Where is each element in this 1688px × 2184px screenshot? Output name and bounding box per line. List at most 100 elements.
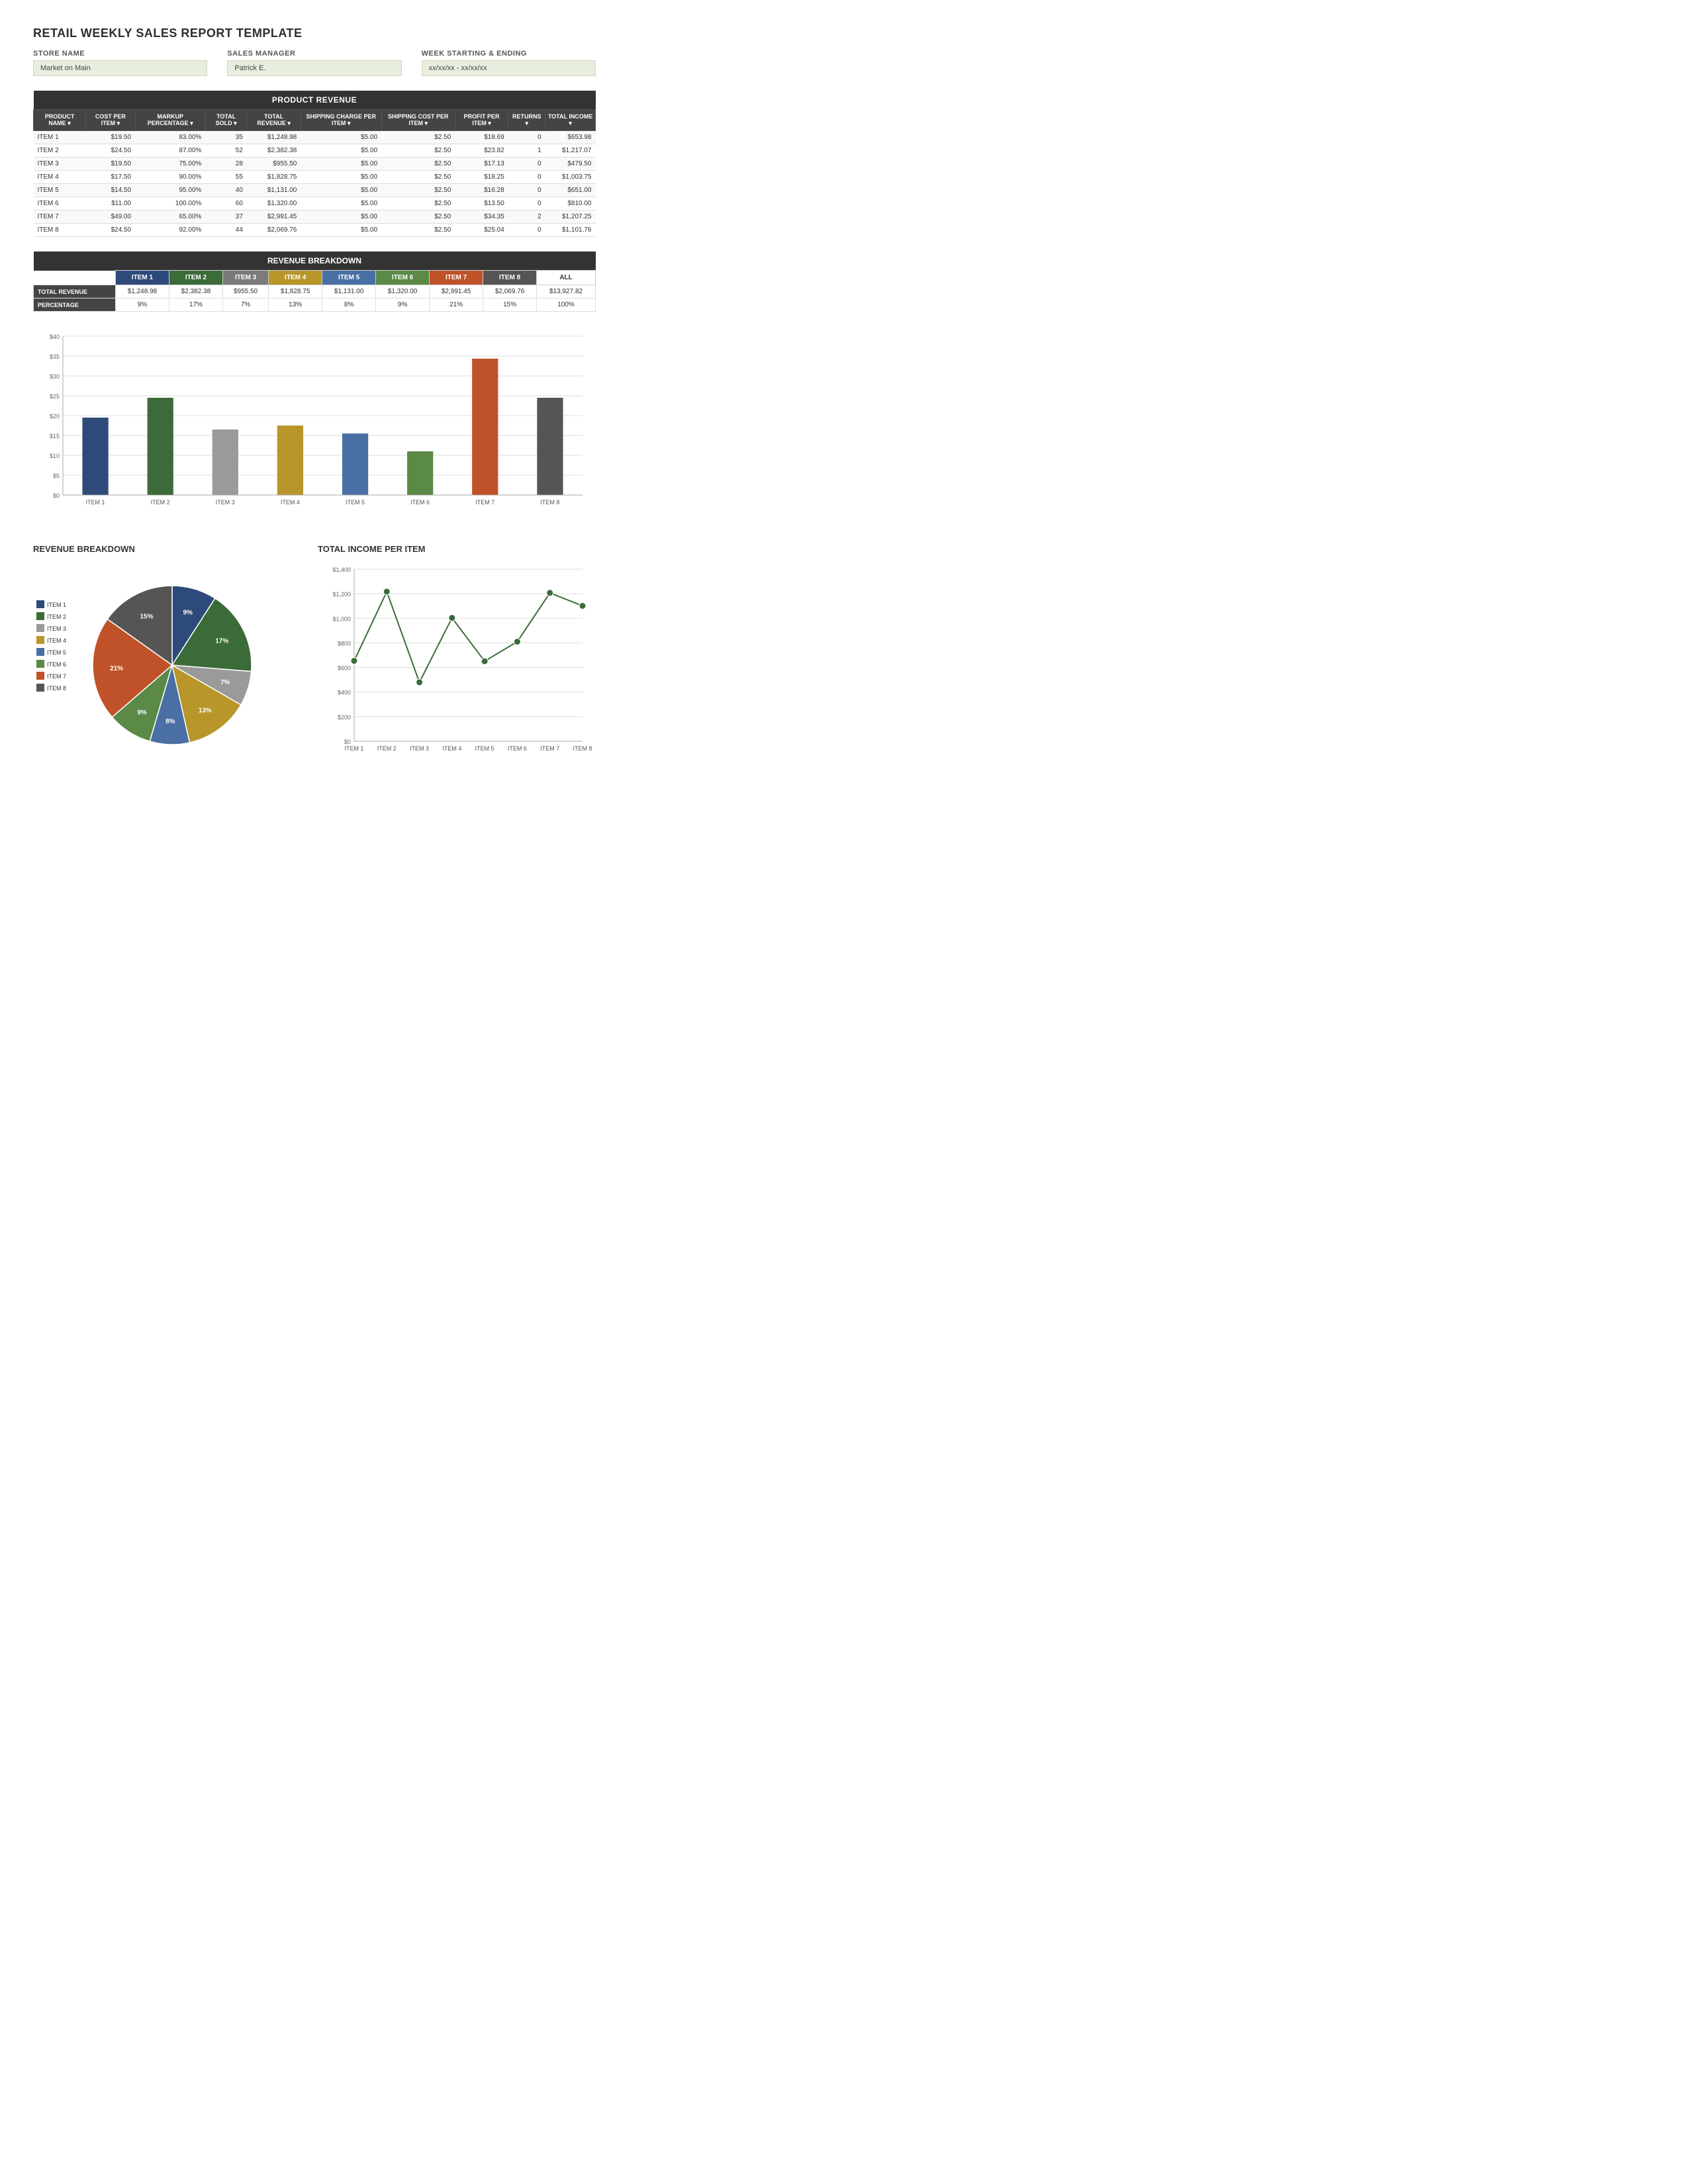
- breakdown-col-header: ITEM 5: [322, 271, 376, 285]
- svg-text:21%: 21%: [110, 665, 123, 672]
- table-cell: $24.50: [86, 224, 135, 237]
- table-cell: $16.28: [455, 184, 508, 197]
- table-cell: $2.50: [381, 131, 455, 144]
- col-header[interactable]: SHIPPING CHARGE PER ITEM ▾: [301, 110, 381, 131]
- table-cell: 28: [205, 158, 247, 171]
- svg-text:$15: $15: [50, 433, 60, 439]
- table-cell: $2.50: [381, 184, 455, 197]
- table-cell: ITEM 1: [34, 131, 86, 144]
- svg-text:ITEM 8: ITEM 8: [573, 745, 592, 752]
- col-header[interactable]: PRODUCT NAME ▾: [34, 110, 86, 131]
- svg-text:ITEM 1: ITEM 1: [47, 602, 66, 608]
- col-header[interactable]: TOTAL REVENUE ▾: [247, 110, 301, 131]
- table-cell: $34.35: [455, 210, 508, 224]
- table-row: ITEM 3$19.5075.00%28$955.50$5.00$2.50$17…: [34, 158, 596, 171]
- breakdown-cell: $1,320.00: [376, 285, 430, 298]
- product-revenue-section: PRODUCT REVENUE PRODUCT NAME ▾COST PER I…: [33, 91, 596, 237]
- svg-text:9%: 9%: [137, 709, 147, 717]
- table-cell: $17.50: [86, 171, 135, 184]
- table-cell: $5.00: [301, 158, 381, 171]
- table-cell: $11.00: [86, 197, 135, 210]
- table-cell: 37: [205, 210, 247, 224]
- svg-text:ITEM 3: ITEM 3: [47, 625, 66, 632]
- breakdown-row-label: PERCENTAGE: [34, 298, 116, 312]
- table-cell: ITEM 4: [34, 171, 86, 184]
- breakdown-cell: $2,382.38: [169, 285, 222, 298]
- svg-text:ITEM 1: ITEM 1: [86, 499, 105, 506]
- main-title: RETAIL WEEKLY SALES REPORT TEMPLATE: [33, 26, 596, 40]
- breakdown-cell: $1,248.98: [115, 285, 169, 298]
- table-cell: 35: [205, 131, 247, 144]
- table-cell: ITEM 8: [34, 224, 86, 237]
- table-cell: $1,101.76: [545, 224, 596, 237]
- svg-text:ITEM 1: ITEM 1: [344, 745, 363, 752]
- table-cell: $17.13: [455, 158, 508, 171]
- svg-text:$5: $5: [53, 473, 60, 479]
- line-chart-title: TOTAL INCOME PER ITEM: [318, 544, 596, 554]
- store-label: STORE NAME: [33, 50, 207, 58]
- table-cell: $2,382.38: [247, 144, 301, 158]
- col-header[interactable]: MARKUP PERCENTAGE ▾: [135, 110, 205, 131]
- svg-text:8%: 8%: [165, 718, 175, 725]
- table-cell: $5.00: [301, 171, 381, 184]
- empty-header: [34, 271, 116, 285]
- col-header[interactable]: PROFIT PER ITEM ▾: [455, 110, 508, 131]
- table-cell: 1: [508, 144, 545, 158]
- table-cell: 0: [508, 184, 545, 197]
- svg-text:ITEM 6: ITEM 6: [410, 499, 430, 506]
- col-header[interactable]: COST PER ITEM ▾: [86, 110, 135, 131]
- table-cell: 44: [205, 224, 247, 237]
- table-cell: ITEM 5: [34, 184, 86, 197]
- table-cell: 55: [205, 171, 247, 184]
- table-cell: $955.50: [247, 158, 301, 171]
- meta-section: STORE NAME Market on Main SALES MANAGER …: [33, 50, 596, 76]
- revenue-breakdown-table: REVENUE BREAKDOWN ITEM 1ITEM 2ITEM 3ITEM…: [33, 251, 596, 312]
- svg-text:ITEM 2: ITEM 2: [151, 499, 170, 506]
- week-block: WEEK STARTING & ENDING xx/xx/xx - xx/xx/…: [422, 50, 596, 76]
- svg-text:$25: $25: [50, 393, 60, 400]
- breakdown-cell: 8%: [322, 298, 376, 312]
- table-cell: $651.00: [545, 184, 596, 197]
- table-cell: $1,248.98: [247, 131, 301, 144]
- svg-text:$1,200: $1,200: [332, 591, 351, 598]
- table-cell: $2.50: [381, 171, 455, 184]
- breakdown-cell: 7%: [222, 298, 268, 312]
- breakdown-cell: 9%: [376, 298, 430, 312]
- svg-text:$35: $35: [50, 353, 60, 360]
- breakdown-row: TOTAL REVENUE$1,248.98$2,382.38$955.50$1…: [34, 285, 596, 298]
- table-cell: $5.00: [301, 224, 381, 237]
- col-header[interactable]: TOTAL INCOME ▾: [545, 110, 596, 131]
- col-header[interactable]: SHIPPING COST PER ITEM ▾: [381, 110, 455, 131]
- breakdown-cell: 9%: [115, 298, 169, 312]
- table-cell: $19.50: [86, 158, 135, 171]
- svg-text:$0: $0: [344, 739, 351, 745]
- svg-text:$400: $400: [338, 690, 351, 696]
- table-cell: 0: [508, 171, 545, 184]
- svg-text:ITEM 6: ITEM 6: [508, 745, 527, 752]
- breakdown-cell: 17%: [169, 298, 222, 312]
- breakdown-col-header: ITEM 3: [222, 271, 268, 285]
- table-cell: 40: [205, 184, 247, 197]
- table-cell: ITEM 7: [34, 210, 86, 224]
- breakdown-col-header: ITEM 6: [376, 271, 430, 285]
- svg-text:13%: 13%: [199, 707, 212, 715]
- table-row: ITEM 1$19.5083.00%35$1,248.98$5.00$2.50$…: [34, 131, 596, 144]
- svg-text:7%: 7%: [220, 679, 230, 686]
- store-block: STORE NAME Market on Main: [33, 50, 207, 76]
- col-header[interactable]: RETURNS ▾: [508, 110, 545, 131]
- table-cell: $2.50: [381, 144, 455, 158]
- product-revenue-table: PRODUCT REVENUE PRODUCT NAME ▾COST PER I…: [33, 91, 596, 237]
- breakdown-col-header: ITEM 1: [115, 271, 169, 285]
- product-table-title: PRODUCT REVENUE: [34, 91, 596, 110]
- table-cell: $1,131.00: [247, 184, 301, 197]
- table-cell: 0: [508, 158, 545, 171]
- table-cell: 0: [508, 131, 545, 144]
- table-cell: ITEM 2: [34, 144, 86, 158]
- table-cell: 100.00%: [135, 197, 205, 210]
- table-cell: $653.98: [545, 131, 596, 144]
- table-cell: $19.50: [86, 131, 135, 144]
- table-cell: 52: [205, 144, 247, 158]
- col-header[interactable]: TOTAL SOLD ▾: [205, 110, 247, 131]
- week-label: WEEK STARTING & ENDING: [422, 50, 596, 58]
- table-cell: $1,207.25: [545, 210, 596, 224]
